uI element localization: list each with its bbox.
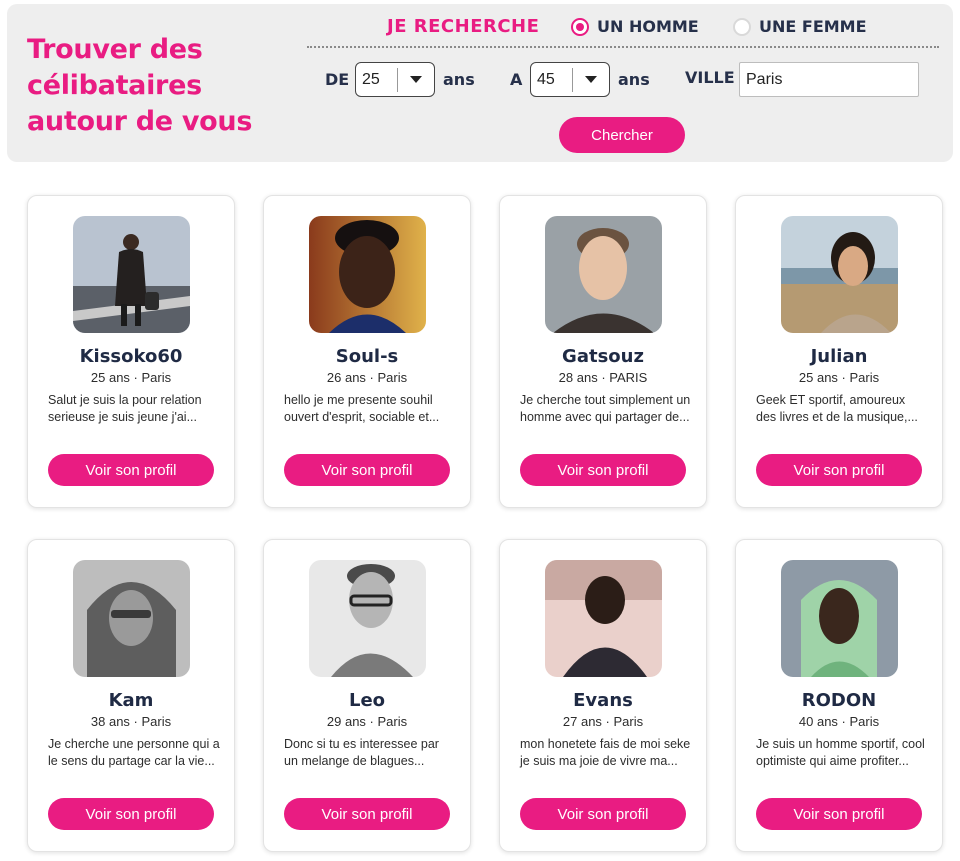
chevron-down-icon[interactable] (573, 63, 609, 96)
profile-meta: 38 ans · Paris (90, 714, 172, 729)
profile-card: Julian 25 ans · Paris Geek ET sportif, a… (735, 195, 943, 508)
age-from-select[interactable]: 25 (355, 62, 435, 97)
avatar-image (781, 560, 898, 677)
profile-card: Soul-s 26 ans · Paris hello je me presen… (263, 195, 471, 508)
radio-unchecked-icon[interactable] (733, 17, 751, 36)
avatar-image (73, 560, 190, 677)
search-panel: Trouver des célibataires autour de vous … (7, 4, 953, 162)
profile-meta: 28 ans · PARIS (558, 370, 648, 385)
radio-une-femme[interactable]: UNE FEMME (733, 17, 867, 36)
ans-label: ans (618, 70, 650, 89)
radio-label-femme: UNE FEMME (759, 17, 867, 36)
search-button[interactable]: Chercher (559, 117, 685, 153)
profile-card: Gatsouz 28 ans · PARIS Je cherche tout s… (499, 195, 707, 508)
profile-card: RODON 40 ans · Paris Je suis un homme sp… (735, 539, 943, 852)
avatar-image (545, 216, 662, 333)
profile-photo[interactable] (781, 216, 898, 333)
age-to-value: 45 (537, 70, 555, 88)
profile-name: RODON (801, 690, 877, 711)
profile-name: Kissoko60 (79, 346, 183, 367)
profile-description: hello je me presente souhil ouvert d'esp… (284, 393, 440, 424)
age-to-label: A (510, 70, 523, 89)
view-profile-button[interactable]: Voir son profil (756, 454, 922, 486)
profiles-grid: Kissoko60 25 ans · Paris Salut je suis l… (27, 195, 945, 855)
profile-meta: 25 ans · Paris (90, 370, 172, 385)
profile-photo[interactable] (545, 560, 662, 677)
profile-card: Evans 27 ans · Paris mon honetete fais d… (499, 539, 707, 852)
avatar-image (309, 216, 426, 333)
age-from-value: 25 (362, 70, 380, 88)
radio-un-homme[interactable]: UN HOMME (571, 17, 699, 36)
profile-meta: 27 ans · Paris (562, 714, 644, 729)
profile-meta: 29 ans · Paris (326, 714, 408, 729)
ans-label: ans (443, 70, 475, 89)
profile-meta: 26 ans · Paris (326, 370, 408, 385)
view-profile-button[interactable]: Voir son profil (284, 798, 450, 830)
profile-description: Salut je suis la pour relation serieuse … (48, 393, 202, 424)
avatar-image (781, 216, 898, 333)
age-to-select[interactable]: 45 (530, 62, 610, 97)
view-profile-button[interactable]: Voir son profil (756, 798, 922, 830)
profile-name: Kam (108, 690, 154, 711)
profile-photo[interactable] (73, 560, 190, 677)
profile-description: Geek ET sportif, amoureux des livres et … (756, 393, 918, 424)
ville-label: VILLE (685, 68, 735, 87)
view-profile-button[interactable]: Voir son profil (520, 798, 686, 830)
profile-description: Je cherche une personne qui a le sens du… (48, 737, 220, 768)
avatar-image (73, 216, 190, 333)
profile-description: Je cherche tout simplement un homme avec… (520, 393, 691, 424)
radio-checked-icon[interactable] (571, 17, 589, 36)
chevron-down-icon[interactable] (398, 63, 434, 96)
age-from-label: DE (325, 70, 350, 89)
profile-photo[interactable] (309, 560, 426, 677)
profile-name: Soul-s (335, 346, 399, 367)
page-headline: Trouver des célibataires autour de vous (27, 34, 253, 137)
avatar-image (309, 560, 426, 677)
profile-description: Donc si tu es interessee par un melange … (284, 737, 439, 768)
recherche-label: JE RECHERCHE (387, 16, 540, 37)
profile-card: Leo 29 ans · Paris Donc si tu es interes… (263, 539, 471, 852)
profile-description: Je suis un homme sportif, cool optimiste… (756, 737, 925, 768)
profile-name: Julian (810, 346, 868, 367)
profile-photo[interactable] (73, 216, 190, 333)
profile-name: Gatsouz (562, 346, 644, 367)
profile-card: Kissoko60 25 ans · Paris Salut je suis l… (27, 195, 235, 508)
profile-name: Leo (348, 690, 386, 711)
view-profile-button[interactable]: Voir son profil (284, 454, 450, 486)
criteria-row: DE 25 ans A 45 ans VILLE (307, 62, 947, 98)
profile-description: mon honetete fais de moi seke je suis ma… (520, 737, 691, 768)
view-profile-button[interactable]: Voir son profil (48, 798, 214, 830)
gender-row: JE RECHERCHE UN HOMME UNE FEMME (307, 16, 939, 48)
avatar-image (545, 560, 662, 677)
profile-meta: 25 ans · Paris (798, 370, 880, 385)
profile-photo[interactable] (781, 560, 898, 677)
profile-name: Evans (573, 690, 633, 711)
view-profile-button[interactable]: Voir son profil (520, 454, 686, 486)
radio-label-homme: UN HOMME (597, 17, 699, 36)
profile-meta: 40 ans · Paris (798, 714, 880, 729)
profile-photo[interactable] (545, 216, 662, 333)
view-profile-button[interactable]: Voir son profil (48, 454, 214, 486)
profile-card: Kam 38 ans · Paris Je cherche une person… (27, 539, 235, 852)
profile-photo[interactable] (309, 216, 426, 333)
ville-input[interactable] (739, 62, 919, 97)
